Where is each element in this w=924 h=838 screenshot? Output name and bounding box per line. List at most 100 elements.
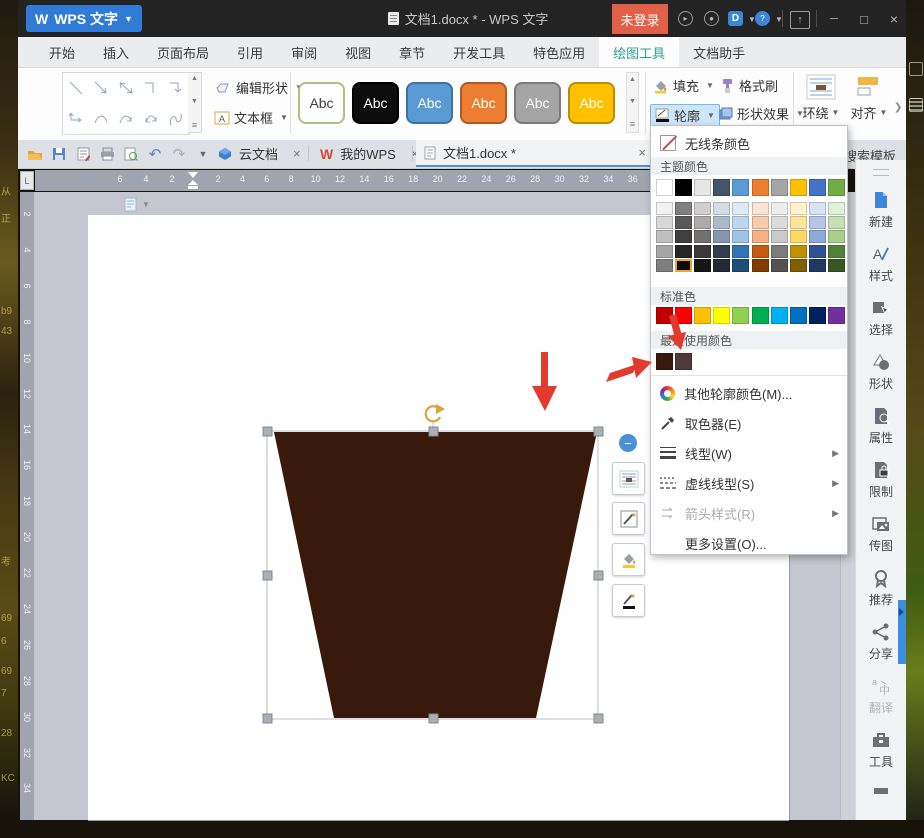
theme-tint-swatch[interactable] (675, 230, 693, 244)
theme-color-swatch[interactable] (789, 179, 807, 196)
theme-tint-swatch[interactable] (770, 216, 788, 230)
indent-marker[interactable] (188, 172, 199, 189)
theme-color-swatch[interactable] (732, 179, 750, 196)
wps-logo[interactable]: W WPS 文字 ▼ (26, 5, 142, 32)
text-box-button[interactable]: A 文本框 ▼ (214, 108, 288, 127)
print-preview-icon[interactable] (122, 145, 140, 163)
tab-视图[interactable]: 视图 (331, 37, 385, 67)
shape-style-preset-3[interactable]: Abc (460, 81, 507, 124)
tab-页面布局[interactable]: 页面布局 (143, 37, 223, 67)
curved-arrow-connector-icon[interactable] (116, 110, 136, 128)
theme-tint-swatch[interactable] (732, 244, 750, 258)
menu-item-more-outline-colors[interactable]: 其他轮廓颜色(M)... (651, 379, 847, 407)
shape-style-preset-4[interactable]: Abc (514, 81, 561, 124)
theme-color-swatch[interactable] (808, 179, 826, 196)
scroll-down-icon[interactable]: ▼ (629, 98, 636, 105)
theme-tint-swatch[interactable] (713, 258, 731, 272)
theme-tint-swatch[interactable] (789, 230, 807, 244)
wrap-quick-button[interactable] (612, 462, 645, 495)
standard-color-swatch[interactable] (789, 307, 807, 324)
theme-tint-swatch[interactable] (827, 258, 845, 272)
format-painter-button[interactable]: 格式刷 (720, 76, 778, 95)
theme-tint-swatch[interactable] (827, 216, 845, 230)
tab-插入[interactable]: 插入 (89, 37, 143, 67)
feedback-icon[interactable]: ▸ (678, 11, 693, 26)
standard-color-swatch[interactable] (656, 307, 673, 324)
standard-color-swatch[interactable] (675, 307, 693, 324)
gallery-more-icon[interactable]: ≡ (630, 119, 635, 129)
theme-tint-swatch[interactable] (789, 202, 807, 215)
theme-tint-swatch[interactable] (713, 244, 731, 258)
align-button[interactable]: 对齐 ▼ (846, 74, 892, 122)
menu-item-more-settings[interactable]: 更多设置(O)... (651, 529, 847, 557)
lines-gallery-scrollbar[interactable]: ▲ ▼ ≡ (188, 72, 202, 133)
tab-current-document[interactable]: 文档1.docx * × (416, 140, 654, 167)
theme-tint-swatch[interactable] (713, 230, 731, 244)
theme-tint-swatch[interactable] (732, 216, 750, 230)
sidebar-item-properties[interactable]: 属性 (856, 406, 906, 460)
paste-options-button[interactable]: ▼ (124, 196, 150, 212)
standard-color-swatch[interactable] (770, 307, 788, 324)
theme-tint-swatch[interactable] (675, 244, 693, 258)
lines-shape-gallery[interactable] (62, 72, 190, 135)
pane-toggle-tab[interactable] (898, 600, 906, 664)
theme-tint-swatch[interactable] (694, 258, 712, 272)
theme-tint-swatch[interactable] (808, 244, 826, 258)
theme-tint-swatch[interactable] (713, 216, 731, 230)
elbow-connector-icon[interactable] (141, 79, 161, 97)
menu-item-dash-style[interactable]: 虚线线型(S) ▶ (651, 469, 847, 497)
theme-tint-swatch[interactable] (827, 202, 845, 215)
sidebar-item-new[interactable]: 新建 (856, 190, 906, 244)
tab-绘图工具[interactable]: 绘图工具 (599, 37, 680, 67)
theme-tint-swatch[interactable] (808, 202, 826, 215)
theme-tint-swatch[interactable] (656, 230, 673, 244)
curved-connector-icon[interactable] (91, 110, 111, 128)
theme-tint-swatch[interactable] (827, 230, 845, 244)
theme-tint-swatch[interactable] (656, 244, 673, 258)
docer-icon[interactable]: D (728, 11, 743, 26)
sidebar-handle[interactable] (873, 169, 889, 176)
elbow-double-arrow-connector-icon[interactable] (66, 110, 86, 128)
theme-tint-swatch[interactable] (656, 216, 673, 230)
ribbon-expand-icon[interactable]: ❯ (894, 102, 902, 113)
outline-quick-button[interactable] (612, 584, 645, 617)
theme-tint-swatch[interactable] (656, 202, 673, 215)
theme-tint-swatch[interactable] (675, 202, 693, 215)
theme-tint-swatch[interactable] (675, 216, 693, 230)
fill-button[interactable]: 填充 ▼ (652, 76, 714, 95)
elbow-arrow-connector-icon[interactable] (166, 79, 186, 97)
minimize-button[interactable]: ─ (826, 11, 842, 27)
theme-tint-swatch[interactable] (808, 216, 826, 230)
theme-tint-swatch[interactable] (827, 244, 845, 258)
close-button[interactable]: × (886, 11, 902, 27)
shape-style-preset-5[interactable]: Abc (568, 81, 615, 124)
theme-tint-swatch[interactable] (751, 230, 769, 244)
standard-color-swatch[interactable] (713, 307, 731, 324)
export-icon[interactable] (74, 145, 92, 163)
tab-stop-selector[interactable]: L (20, 171, 34, 190)
recent-color-swatch[interactable] (675, 353, 693, 370)
theme-tint-swatch[interactable] (732, 202, 750, 215)
theme-tint-swatch[interactable] (751, 202, 769, 215)
collapse-toolbar-button[interactable]: − (619, 434, 637, 452)
theme-tint-swatch[interactable] (751, 258, 769, 272)
close-tab-icon[interactable]: × (638, 145, 646, 160)
tab-章节[interactable]: 章节 (385, 37, 439, 67)
gallery-more-icon[interactable]: ≡ (192, 120, 197, 130)
shape-style-preset-1[interactable]: Abc (352, 81, 399, 124)
theme-tint-swatch[interactable] (789, 258, 807, 272)
help-icon[interactable]: ? (755, 11, 770, 26)
theme-tint-swatch[interactable] (694, 216, 712, 230)
theme-tint-swatch[interactable] (789, 216, 807, 230)
theme-color-swatch[interactable] (770, 179, 788, 196)
tab-my-wps[interactable]: W 我的WPS × (312, 140, 426, 167)
sidebar-item-partial[interactable] (856, 784, 906, 838)
close-tab-icon[interactable]: × (293, 146, 301, 161)
scroll-up-icon[interactable]: ▲ (191, 75, 198, 82)
print-icon[interactable] (98, 145, 116, 163)
standard-color-swatch[interactable] (732, 307, 750, 324)
target-icon[interactable]: ● (704, 11, 719, 26)
shape-effects-button[interactable]: 形状效果 ▼ (718, 104, 804, 123)
theme-tint-swatch[interactable] (770, 202, 788, 215)
theme-tint-swatch[interactable] (732, 258, 750, 272)
